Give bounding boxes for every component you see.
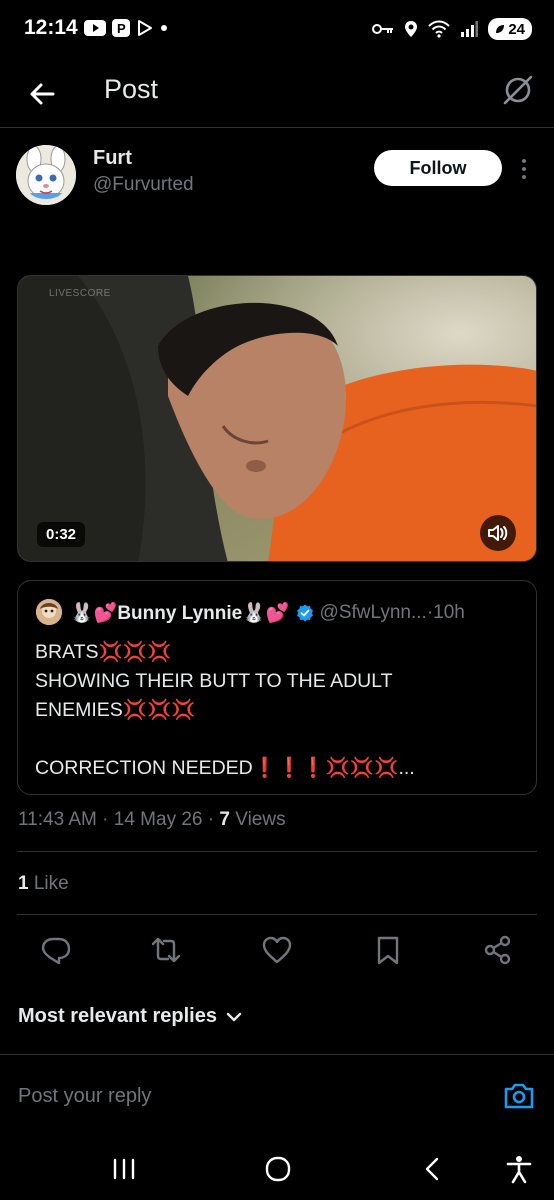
post-time: 11:43 AM (18, 809, 97, 830)
location-icon (405, 21, 418, 37)
battery-indicator: 24 (488, 18, 532, 40)
views-count[interactable]: 7 (219, 809, 230, 830)
verified-badge-icon (296, 604, 314, 622)
reply-button[interactable] (40, 934, 72, 966)
recent-apps-icon (113, 1158, 135, 1180)
accessibility-button[interactable] (502, 1152, 536, 1186)
battery-level: 24 (508, 20, 525, 38)
follow-button[interactable]: Follow (374, 150, 502, 186)
home-circle-icon (265, 1156, 291, 1182)
post-metadata: 11:43 AM · 14 May 26 · 7 Views (18, 809, 286, 831)
replies-sort-dropdown[interactable]: Most relevant replies (18, 1005, 243, 1028)
quoted-author-name: 🐰💕Bunny Lynnie🐰💕 (70, 603, 290, 624)
page-title: Post (104, 74, 159, 104)
video-mute-button[interactable] (480, 515, 516, 551)
reply-icon (41, 937, 71, 965)
bookmark-button[interactable] (372, 934, 404, 966)
volume-icon (488, 525, 508, 541)
status-bar: 12:14 P 24 (0, 0, 554, 60)
key-icon (372, 24, 394, 34)
camera-icon (504, 1083, 534, 1109)
views-label[interactable]: Views (235, 809, 285, 830)
camera-button[interactable] (502, 1079, 536, 1113)
wifi-icon (428, 20, 451, 38)
post-action-bar (0, 930, 554, 970)
more-vertical-icon (522, 159, 526, 179)
like-icon (262, 936, 292, 964)
youtube-icon (84, 20, 106, 36)
author-avatar[interactable] (16, 145, 76, 205)
divider (17, 851, 537, 852)
grok-button[interactable] (500, 72, 536, 108)
battery-saver-icon (496, 25, 505, 33)
home-button[interactable] (261, 1152, 295, 1186)
dot-icon (161, 25, 167, 31)
likes-count: 1 (18, 873, 29, 894)
meta-separator-1: · (96, 809, 114, 830)
quoted-post-time: 10h (433, 602, 465, 623)
repost-icon (151, 937, 181, 963)
quoted-post-text: BRATS💢💢💢 SHOWING THEIR BUTT TO THE ADULT… (35, 641, 415, 779)
video-thumbnail (18, 276, 536, 561)
author-handle[interactable]: @Furvurted (93, 174, 194, 196)
signal-icon (461, 21, 479, 37)
replies-sort-label: Most relevant replies (18, 1005, 217, 1027)
status-notification-icons: P (84, 19, 168, 37)
likes-summary[interactable]: 1 Like (18, 873, 69, 895)
reply-input[interactable]: Post your reply (18, 1085, 151, 1108)
grok-icon (503, 75, 533, 105)
status-time: 12:14 (24, 16, 78, 39)
share-icon (484, 935, 511, 965)
share-button[interactable] (482, 934, 514, 966)
recent-apps-button[interactable] (107, 1152, 141, 1186)
arrow-left-icon (30, 83, 55, 105)
status-system-icons: 24 (372, 18, 532, 40)
post-video[interactable]: LIVESCORE 0:32 (17, 275, 537, 562)
accessibility-icon (506, 1156, 532, 1184)
author-name[interactable]: Furt (93, 147, 132, 170)
system-navigation-bar (0, 1140, 554, 1200)
post-author-row: Furt @Furvurted Follow (0, 140, 554, 210)
post-date: 14 May 26 (113, 809, 203, 830)
top-app-bar: Post (0, 62, 554, 128)
svg-text:P: P (117, 21, 126, 36)
quoted-author-avatar (36, 599, 62, 625)
meta-separator-2: · (202, 809, 220, 830)
chevron-left-icon (425, 1157, 439, 1181)
play-store-icon (138, 20, 152, 36)
like-button[interactable] (261, 934, 293, 966)
video-watermark: LIVESCORE (49, 288, 111, 299)
quoted-post-header: 🐰💕Bunny Lynnie🐰💕 @SfwLynn... · 10h (70, 600, 530, 626)
video-duration: 0:32 (37, 522, 86, 547)
likes-label: Like (33, 873, 69, 894)
quoted-post[interactable]: 🐰💕Bunny Lynnie🐰💕 @SfwLynn... · 10h BRATS… (17, 580, 537, 795)
chevron-down-icon (226, 1012, 242, 1021)
divider (17, 914, 537, 915)
more-options-button[interactable] (514, 154, 534, 184)
reply-composer: Post your reply (0, 1054, 554, 1138)
repost-button[interactable] (150, 934, 182, 966)
bookmark-icon (377, 936, 399, 965)
system-back-button[interactable] (416, 1152, 450, 1186)
quoted-author-handle: @SfwLynn... (319, 602, 427, 623)
back-button[interactable] (22, 74, 62, 114)
parking-app-icon: P (112, 19, 130, 37)
